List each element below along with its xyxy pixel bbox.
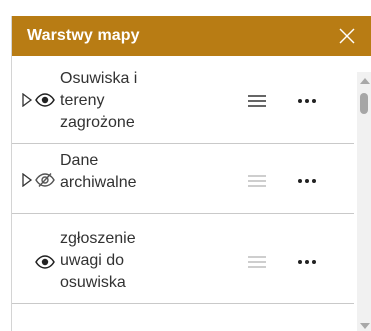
scroll-up-arrow-icon[interactable]	[360, 78, 370, 84]
layer-label-line: Dane	[60, 152, 99, 169]
layer-list: Osuwiska i tereny zagrożone Dane archiwa…	[12, 56, 354, 331]
panel-header: Warstwy mapy	[12, 16, 371, 56]
layer-label: Osuwiska i tereny zagrożone	[60, 68, 180, 134]
close-icon[interactable]	[336, 25, 358, 47]
layer-label-line: uwagi do	[60, 252, 125, 269]
layer-item[interactable]: zgłoszenie uwagi do osuwiska	[12, 214, 354, 304]
expand-triangle-icon[interactable]	[21, 173, 33, 187]
layer-label-line: osuwiska	[60, 274, 126, 291]
layer-label-line: zagrożone	[60, 114, 135, 131]
list-icon[interactable]	[248, 255, 266, 269]
layer-item[interactable]: Osuwiska i tereny zagrożone	[12, 56, 354, 144]
ellipsis-icon[interactable]	[297, 98, 317, 104]
expand-triangle-icon[interactable]	[21, 93, 33, 107]
panel-title: Warstwy mapy	[27, 27, 140, 44]
list-icon[interactable]	[248, 94, 266, 108]
layer-label-line: tereny	[60, 92, 105, 109]
scrollbar-thumb[interactable]	[360, 93, 368, 114]
scroll-down-arrow-icon[interactable]	[360, 323, 370, 329]
eye-off-icon[interactable]	[35, 172, 55, 188]
eye-icon[interactable]	[35, 254, 55, 270]
ellipsis-icon[interactable]	[297, 178, 317, 184]
layer-list-panel: Warstwy mapy Osuwiska i tereny zagrożone	[11, 16, 371, 331]
list-icon[interactable]	[248, 174, 266, 188]
eye-icon[interactable]	[35, 92, 55, 108]
layer-label: Dane archiwalne	[60, 150, 180, 194]
vertical-scrollbar[interactable]	[357, 72, 371, 331]
ellipsis-icon[interactable]	[297, 259, 317, 265]
layer-label-line: archiwalne	[60, 174, 137, 191]
layer-label-line: zgłoszenie	[60, 230, 136, 247]
layer-label-line: Osuwiska i	[60, 70, 138, 87]
layer-item[interactable]: Dane archiwalne	[12, 144, 354, 214]
layer-label: zgłoszenie uwagi do osuwiska	[60, 228, 180, 294]
